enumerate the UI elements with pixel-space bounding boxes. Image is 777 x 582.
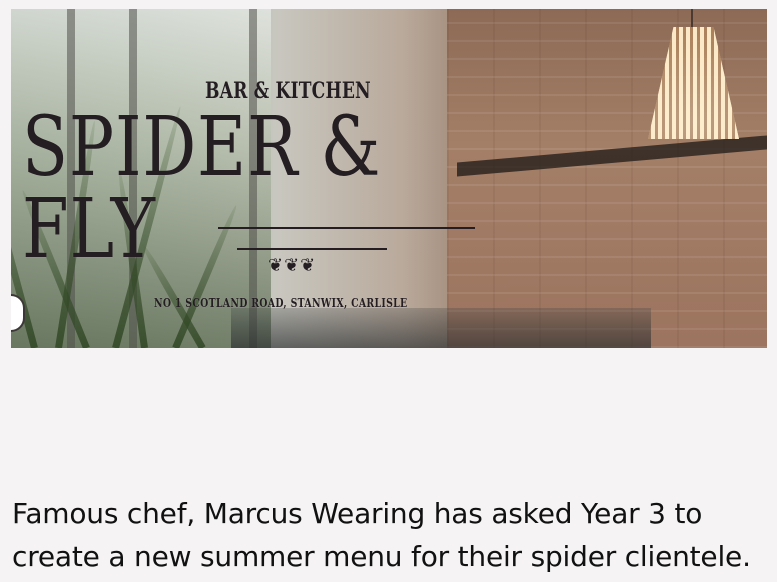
page: BAR & KITCHEN SPIDER & FLY ❦❦❦ NO 1 SCOT… — [0, 0, 777, 582]
logo-ornament: ❦❦❦ — [268, 255, 317, 276]
caption-line-2: create a new summer menu for their spide… — [12, 540, 751, 573]
caption-text: Famous chef, Marcus Wearing has asked Ye… — [12, 492, 772, 578]
logo-address: NO 1 SCOTLAND ROAD, STANWIX, CARLISLE — [154, 296, 408, 310]
restaurant-photo: BAR & KITCHEN SPIDER & FLY ❦❦❦ NO 1 SCOT… — [11, 9, 767, 348]
logo-rule-short — [237, 248, 387, 250]
logo-rule — [218, 227, 475, 229]
caption-line-1: Famous chef, Marcus Wearing has asked Ye… — [12, 497, 703, 530]
restaurant-logo: BAR & KITCHEN SPIDER & FLY ❦❦❦ NO 1 SCOT… — [22, 77, 492, 317]
logo-name: SPIDER & FLY — [22, 100, 382, 277]
lamp-wire — [691, 9, 693, 27]
